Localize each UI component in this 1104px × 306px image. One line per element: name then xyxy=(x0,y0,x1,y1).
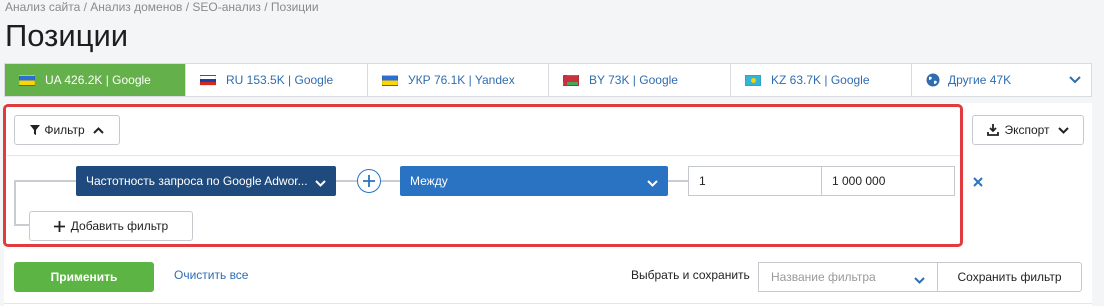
range-from-input[interactable] xyxy=(688,166,822,196)
tree-connector xyxy=(668,180,688,182)
filter-name-select[interactable]: Название фильтра xyxy=(758,262,938,292)
region-tabs: UA 426.2K | Google RU 153.5K | Google УК… xyxy=(4,63,1092,97)
close-icon xyxy=(973,177,983,187)
chevron-down-icon xyxy=(1057,126,1069,134)
apply-button[interactable]: Применить xyxy=(14,262,154,292)
download-icon xyxy=(987,124,1000,136)
tree-connector xyxy=(14,180,76,182)
tab-label: UA 426.2K | Google xyxy=(45,73,151,87)
chevron-down-icon xyxy=(647,176,658,190)
ua-flag-icon xyxy=(382,74,398,86)
tab-label: BY 73K | Google xyxy=(589,73,678,87)
ua-flag-icon xyxy=(19,74,35,86)
tab-label: Другие 47K xyxy=(948,73,1012,87)
tab-ukr-yandex[interactable]: УКР 76.1K | Yandex xyxy=(368,64,549,96)
tab-ua-google[interactable]: UA 426.2K | Google xyxy=(5,64,186,96)
chevron-down-icon xyxy=(315,176,326,190)
globe-icon xyxy=(926,73,940,87)
remove-filter-button[interactable] xyxy=(968,172,988,192)
tab-label: KZ 63.7K | Google xyxy=(771,73,870,87)
breadcrumb: Анализ сайта / Анализ доменов / SEO-анал… xyxy=(5,0,319,14)
filter-name-placeholder: Название фильтра xyxy=(771,270,876,284)
filter-operator-value: Между xyxy=(410,174,448,188)
export-button[interactable]: Экспорт xyxy=(972,115,1084,145)
add-filter-label: Добавить фильтр xyxy=(70,219,169,233)
choose-save-label: Выбрать и сохранить xyxy=(631,268,750,282)
export-label: Экспорт xyxy=(1004,123,1050,137)
funnel-icon xyxy=(30,125,41,135)
filter-operator-select[interactable]: Между xyxy=(400,166,668,196)
filter-toggle-button[interactable]: Фильтр xyxy=(14,115,120,145)
tab-label: УКР 76.1K | Yandex xyxy=(408,73,515,87)
add-filter-button[interactable]: Добавить фильтр xyxy=(29,211,193,241)
chevron-down-icon[interactable] xyxy=(1069,73,1081,87)
tab-label: RU 153.5K | Google xyxy=(226,73,334,87)
plus-icon xyxy=(53,220,65,232)
tab-ru-google[interactable]: RU 153.5K | Google xyxy=(186,64,368,96)
ru-flag-icon xyxy=(200,74,216,86)
filter-field-value: Частотность запроса по Google Adwor... xyxy=(86,174,308,188)
clear-all-link[interactable]: Очистить все xyxy=(174,268,248,282)
tree-connector xyxy=(14,224,30,226)
tab-by-google[interactable]: BY 73K | Google xyxy=(549,64,731,96)
save-filter-button[interactable]: Сохранить фильтр xyxy=(937,262,1082,292)
panel-divider xyxy=(7,155,960,156)
filter-field-select[interactable]: Частотность запроса по Google Adwor... xyxy=(76,166,336,196)
range-to-input[interactable] xyxy=(821,166,955,196)
tree-connector xyxy=(14,180,16,226)
plus-icon xyxy=(363,175,375,187)
filter-toggle-label: Фильтр xyxy=(44,123,85,137)
chevron-down-icon xyxy=(914,273,925,287)
tab-other[interactable]: Другие 47K xyxy=(912,64,1091,96)
by-flag-icon xyxy=(563,74,579,86)
tab-kz-google[interactable]: KZ 63.7K | Google xyxy=(731,64,912,96)
kz-flag-icon xyxy=(745,74,761,86)
chevron-up-icon xyxy=(92,126,104,134)
page-title: Позиции xyxy=(5,18,129,53)
add-condition-button[interactable] xyxy=(357,169,381,193)
